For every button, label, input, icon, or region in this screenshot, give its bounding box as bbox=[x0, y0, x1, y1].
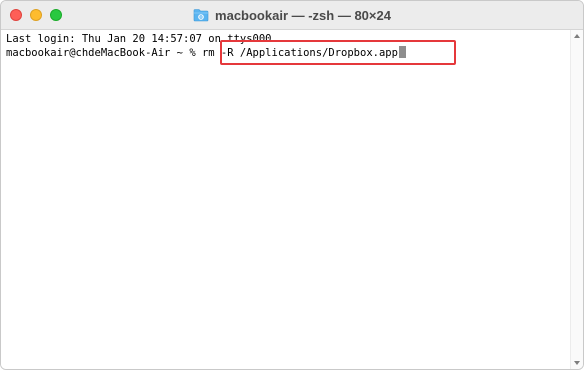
scroll-down-arrow-icon[interactable] bbox=[574, 361, 580, 365]
folder-icon bbox=[193, 8, 209, 22]
typed-command[interactable]: rm -R /Applications/Dropbox.app bbox=[202, 47, 398, 59]
terminal-window: macbookair — -zsh — 80×24 Last login: Th… bbox=[0, 0, 584, 370]
window-title-group: macbookair — -zsh — 80×24 bbox=[1, 1, 583, 29]
terminal-output-area[interactable]: Last login: Thu Jan 20 14:57:07 on ttys0… bbox=[1, 30, 573, 369]
scroll-up-arrow-icon[interactable] bbox=[574, 34, 580, 38]
prompt-line[interactable]: macbookair@chdeMacBook-Air ~ % rm -R /Ap… bbox=[6, 46, 573, 59]
window-title: macbookair — -zsh — 80×24 bbox=[215, 7, 391, 23]
last-login-line: Last login: Thu Jan 20 14:57:07 on ttys0… bbox=[6, 33, 272, 45]
shell-prompt: macbookair@chdeMacBook-Air ~ % bbox=[6, 47, 202, 59]
title-bar[interactable]: macbookair — -zsh — 80×24 bbox=[1, 1, 583, 30]
text-cursor bbox=[398, 46, 406, 58]
vertical-scrollbar[interactable] bbox=[570, 30, 583, 369]
